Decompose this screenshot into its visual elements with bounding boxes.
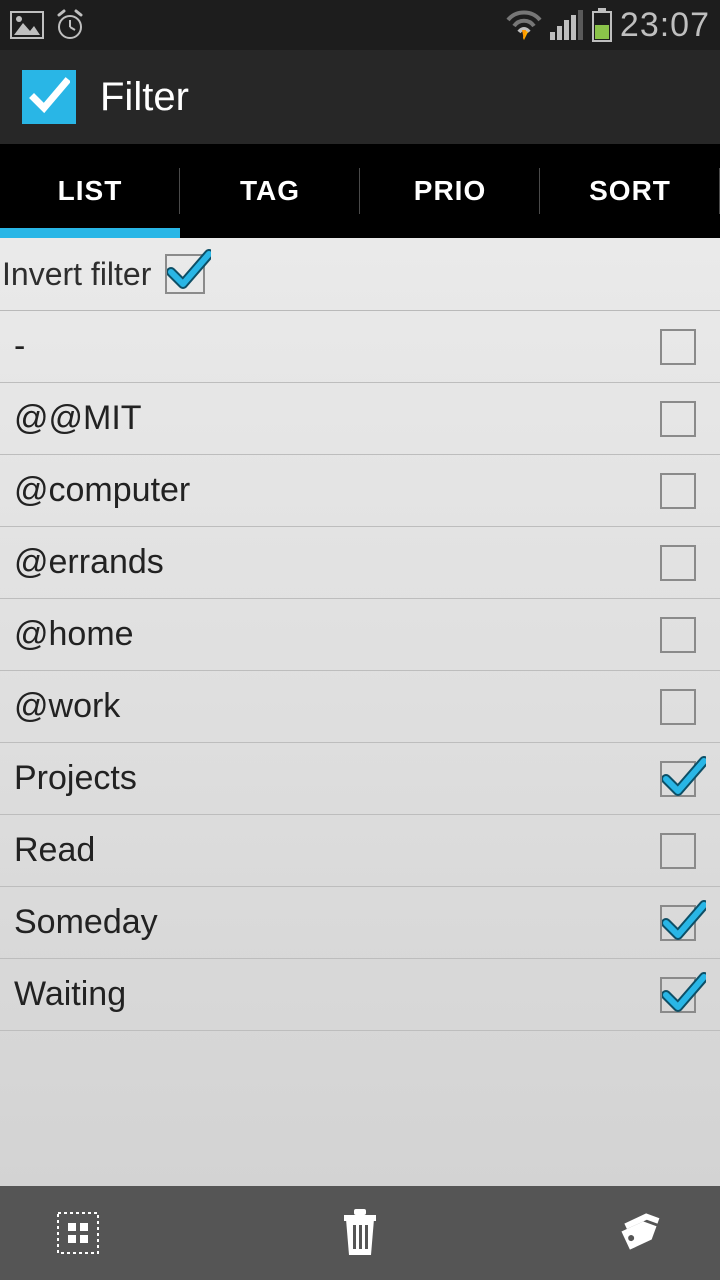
list-item-label: Read [14, 831, 660, 870]
list-item-checkbox[interactable] [660, 761, 696, 797]
list-item-label: @work [14, 687, 660, 726]
app-bar: Filter [0, 50, 720, 144]
list-item-label: Waiting [14, 975, 660, 1014]
list-item[interactable]: @work [0, 671, 720, 743]
list-item-label: @errands [14, 543, 660, 582]
list-item[interactable]: @computer [0, 455, 720, 527]
appbar-title: Filter [100, 75, 189, 120]
filter-content: Invert filter - @@MIT @computer @errands @ho… [0, 238, 720, 1186]
tab-label: TAG [240, 175, 300, 207]
list-item[interactable]: @errands [0, 527, 720, 599]
status-bar: 23:07 [0, 0, 720, 50]
delete-button[interactable] [330, 1203, 390, 1263]
invert-filter-checkbox[interactable] [165, 254, 205, 294]
select-all-button[interactable] [48, 1203, 108, 1263]
tab-label: LIST [58, 175, 123, 207]
status-time: 23:07 [620, 6, 710, 45]
tab-prio[interactable]: PRIO [360, 144, 540, 238]
list-item-checkbox[interactable] [660, 905, 696, 941]
signal-icon [550, 10, 584, 40]
list-item-checkbox[interactable] [660, 617, 696, 653]
list-item-label: Projects [14, 759, 660, 798]
list-item[interactable]: - [0, 311, 720, 383]
list-item[interactable]: Waiting [0, 959, 720, 1031]
image-icon [10, 11, 44, 39]
tab-tag[interactable]: TAG [180, 144, 360, 238]
invert-filter-row[interactable]: Invert filter [0, 238, 720, 311]
list-item-label: @computer [14, 471, 660, 510]
list-item-checkbox[interactable] [660, 329, 696, 365]
list-item-checkbox[interactable] [660, 833, 696, 869]
tab-label: PRIO [414, 175, 486, 207]
tab-sort[interactable]: SORT [540, 144, 720, 238]
list-item-label: @@MIT [14, 399, 660, 438]
list-item-checkbox[interactable] [660, 545, 696, 581]
list-item-checkbox[interactable] [660, 401, 696, 437]
invert-filter-label: Invert filter [2, 256, 151, 293]
battery-icon [592, 8, 612, 42]
list-item-label: Someday [14, 903, 660, 942]
wifi-icon [506, 10, 542, 40]
list-item[interactable]: Read [0, 815, 720, 887]
tab-indicator [0, 228, 180, 238]
tab-list[interactable]: LIST [0, 144, 180, 238]
list-item[interactable]: Someday [0, 887, 720, 959]
app-icon [22, 70, 76, 124]
list-item[interactable]: @home [0, 599, 720, 671]
tab-label: SORT [589, 175, 671, 207]
list-item-checkbox[interactable] [660, 689, 696, 725]
tab-strip: LIST TAG PRIO SORT [0, 144, 720, 238]
list-item[interactable]: @@MIT [0, 383, 720, 455]
list-item-checkbox[interactable] [660, 473, 696, 509]
list-item-label: - [14, 327, 660, 366]
tag-button[interactable] [612, 1203, 672, 1263]
bottom-action-bar [0, 1186, 720, 1280]
list-item[interactable]: Projects [0, 743, 720, 815]
list-item-checkbox[interactable] [660, 977, 696, 1013]
list-item-label: @home [14, 615, 660, 654]
alarm-icon [54, 9, 86, 41]
